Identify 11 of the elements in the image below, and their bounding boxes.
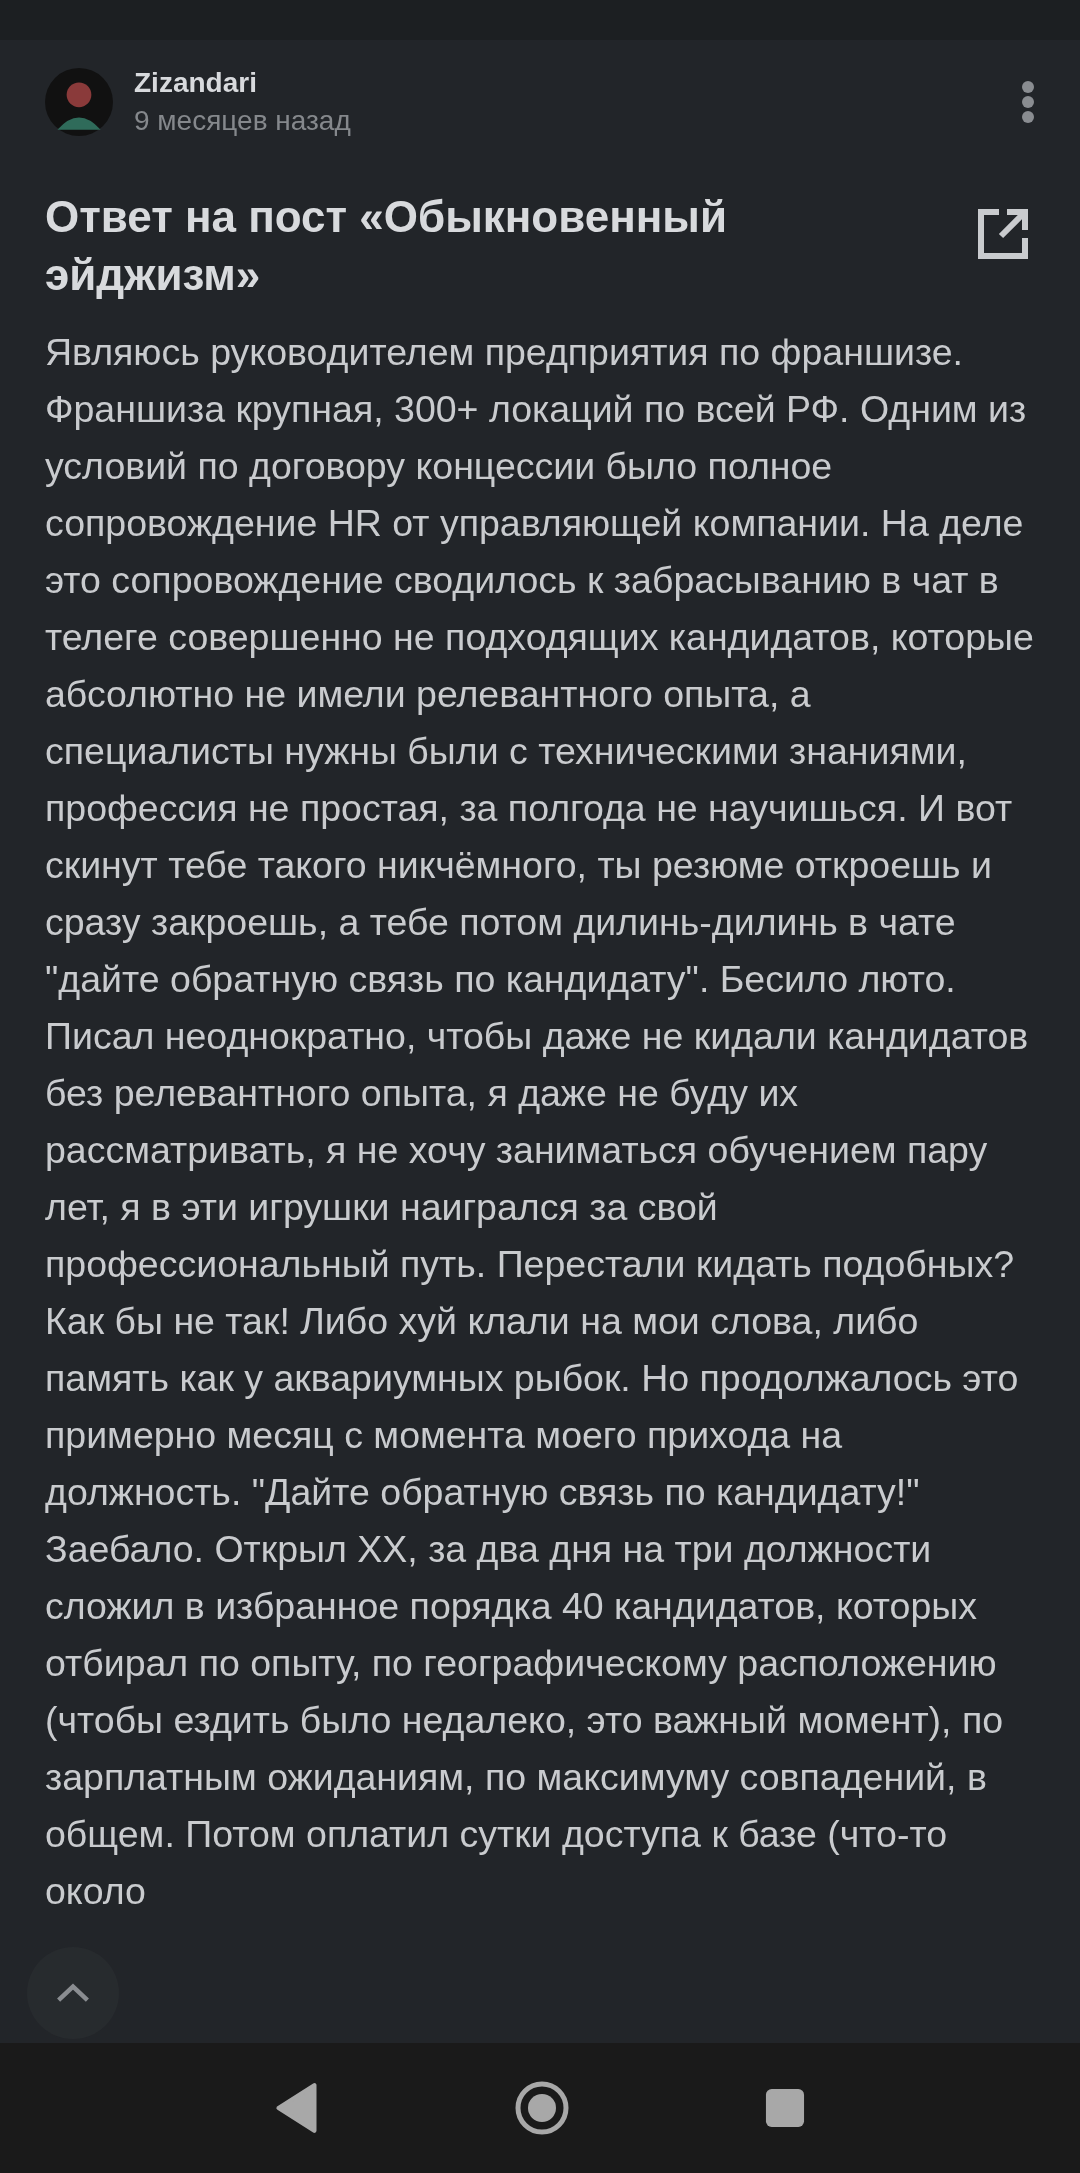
back-icon[interactable] xyxy=(275,2082,319,2134)
author-name[interactable]: Zizandari xyxy=(134,64,1021,102)
more-icon[interactable] xyxy=(1021,80,1035,124)
avatar[interactable] xyxy=(45,68,113,136)
post-title: Ответ на пост «Обыкновенный эйджизм» xyxy=(45,191,728,301)
post-time: 9 месяцев назад xyxy=(134,104,352,138)
recents-icon[interactable] xyxy=(765,2088,805,2128)
external-link-icon[interactable] xyxy=(977,208,1029,260)
home-icon[interactable] xyxy=(514,2080,570,2136)
post-text: Являюсь руководителем предприятия по франшизе. Франшиза крупная, 300+ локаций по всей РФ. Одним из условий по договору концессии было полное сопровождение HR от управляющей компании. На деле это сопровождение сводилось к забрасыванию в чат в телеге совершенно не подходящих кандидатов, которые абсолютно не имели релевантного опыта, а специалисты нужны были с техническими знаниями, профессия не простая, за полгода не научишься. И вот скинут тебе такого никчёмного, ты резюме откроешь и сразу закроешь, а тебе потом дилинь-дилинь в чате "дайте обратную связь по кандидату". Бесило люто. Писал неоднократно, чтобы даже не кидали кандидатов без релевантного опыта, я даже не буду их рассматривать, я не хочу заниматься обучением пару лет, я в эти игрушки наигрался за свой профессиональный путь. Перестали кидать подобных? Как бы не так! Либо хуй клали на мои слова, либо память как у аквариумных рыбок. Но продолжалось это примерно месяц с момента моего прихода на должность. "Дайте обратную связь по кандидату!" Заебало. Открыл ХХ, за два дня на три должности сложил в избранное порядка 40 кандидатов, которых отбирал по опыту, по географическому расположению (чтобы ездить было недалеко, это важный момент), по зарплатным ожиданиям, по максимуму совпадений, в общем. Потом оплатил сутки доступа к базе (что-то около xyxy=(45,330,1035,1914)
chevron-up-icon xyxy=(55,1982,91,2004)
